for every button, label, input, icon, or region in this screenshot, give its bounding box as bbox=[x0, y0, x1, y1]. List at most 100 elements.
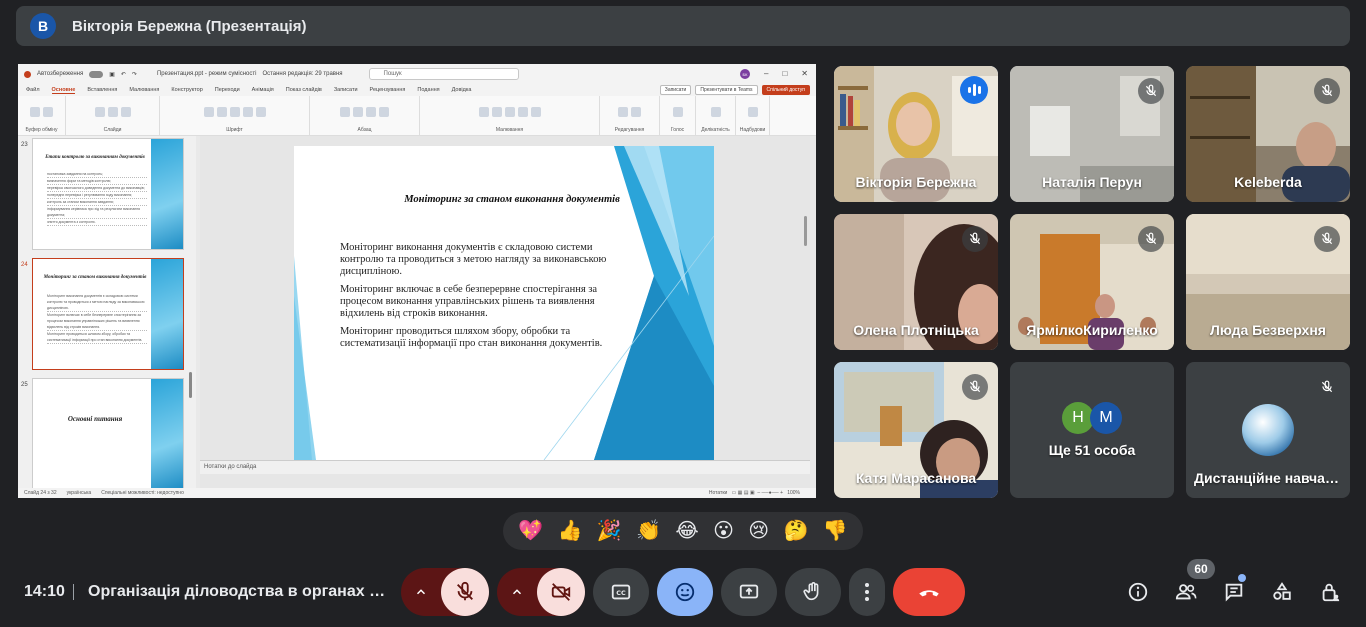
thumbs-scrollbar[interactable] bbox=[189, 372, 192, 398]
ribbon-group-voice[interactable]: Голос bbox=[660, 96, 696, 135]
user-avatar[interactable]: БК bbox=[740, 69, 750, 79]
participant-tile[interactable]: ЯрмілкоКириленко bbox=[1010, 214, 1174, 350]
reaction-laugh[interactable]: 😂 bbox=[675, 520, 698, 542]
reaction-thinking[interactable]: 🤔 bbox=[784, 520, 809, 542]
info-icon bbox=[1128, 582, 1148, 602]
current-slide[interactable]: Моніторинг за станом виконання документі… bbox=[294, 146, 714, 460]
mic-toggle-button[interactable] bbox=[441, 568, 489, 616]
slide-thumbnail-23[interactable]: Етапи контролю за виконанням документів … bbox=[32, 138, 184, 250]
present-screen-icon bbox=[739, 584, 759, 599]
participant-tile[interactable]: Катя Марасанова bbox=[834, 362, 998, 498]
people-icon bbox=[1175, 584, 1197, 600]
participant-tile[interactable]: Keleberda bbox=[1186, 66, 1350, 202]
ppt-statusbar: Слайд 24 з 32 українська Спеціальні можл… bbox=[18, 488, 816, 498]
reaction-thumbs-down[interactable]: 👎 bbox=[823, 520, 848, 542]
participant-tile[interactable]: Олена Плотніцька bbox=[834, 214, 998, 350]
maximize-icon[interactable]: □ bbox=[782, 69, 787, 79]
slide-title[interactable]: Моніторинг за станом виконання документі… bbox=[382, 194, 642, 205]
tab-slideshow[interactable]: Показ слайдів bbox=[286, 87, 322, 93]
chat-button[interactable] bbox=[1218, 576, 1250, 608]
tab-transitions[interactable]: Переходи bbox=[215, 87, 240, 93]
reaction-heart[interactable]: 💖 bbox=[518, 520, 543, 542]
activities-icon bbox=[1273, 582, 1291, 600]
people-button[interactable] bbox=[1170, 576, 1202, 608]
undo-icon[interactable]: ↶ bbox=[121, 71, 126, 78]
more-participants-tile[interactable]: Н М Ще 51 особа bbox=[1010, 362, 1174, 498]
participant-tile[interactable]: Люда Безверхня bbox=[1186, 214, 1350, 350]
close-icon[interactable]: ✕ bbox=[801, 69, 808, 79]
host-controls-button[interactable] bbox=[1314, 576, 1346, 608]
ribbon-group-paragraph[interactable]: Абзац bbox=[310, 96, 420, 135]
reaction-clap[interactable]: 👏 bbox=[636, 520, 661, 542]
language-status[interactable]: українська bbox=[67, 490, 92, 496]
present-teams-button[interactable]: Презентувати в Teams bbox=[695, 85, 758, 95]
slide-thumbnail-24[interactable]: Моніторинг за станом виконання документі… bbox=[32, 258, 184, 370]
raise-hand-button[interactable] bbox=[785, 568, 841, 616]
autosave-toggle[interactable] bbox=[89, 70, 104, 78]
reaction-party[interactable]: 🎉 bbox=[597, 520, 622, 542]
ribbon-group-slides[interactable]: Слайди bbox=[66, 96, 160, 135]
meeting-info-button[interactable] bbox=[1122, 576, 1154, 608]
reaction-sad[interactable]: 😢 bbox=[748, 520, 769, 542]
chat-icon bbox=[1225, 583, 1243, 602]
ribbon-group-drawing[interactable]: Малювання bbox=[420, 96, 600, 135]
tab-insert[interactable]: Вставлення bbox=[87, 87, 117, 93]
avatar: М bbox=[1090, 402, 1122, 434]
share-button[interactable]: Спільний доступ bbox=[761, 85, 810, 95]
tab-animations[interactable]: Анімація bbox=[252, 87, 274, 93]
thumb-number: 24 bbox=[21, 262, 28, 268]
reaction-thumbs-up[interactable]: 👍 bbox=[557, 520, 582, 542]
camera-options-chevron-icon[interactable] bbox=[497, 568, 537, 616]
tab-home[interactable]: Основне bbox=[51, 87, 76, 94]
tab-record[interactable]: Записати bbox=[334, 87, 358, 93]
shared-screen: Автозбереження ▣ ↶ ↷ Презентация.ppt - р… bbox=[18, 64, 816, 498]
thumb-number: 25 bbox=[21, 382, 28, 388]
mic-off-icon bbox=[1138, 78, 1164, 104]
camera-toggle-button[interactable] bbox=[537, 568, 585, 616]
minimize-icon[interactable]: – bbox=[764, 69, 768, 79]
tab-draw[interactable]: Малювання bbox=[129, 87, 159, 93]
activities-button[interactable] bbox=[1266, 576, 1298, 608]
tab-design[interactable]: Конструктор bbox=[171, 87, 202, 93]
slide-paragraph: Моніторинг виконання документів є складо… bbox=[340, 242, 607, 277]
ribbon-group-sensitivity[interactable]: Делікатність bbox=[696, 96, 736, 135]
ribbon-group-editing[interactable]: Редагування bbox=[600, 96, 660, 135]
leave-call-button[interactable] bbox=[893, 568, 965, 616]
redo-icon[interactable]: ↷ bbox=[132, 71, 137, 78]
tab-help[interactable]: Довідка bbox=[452, 87, 472, 93]
svg-text:CC: CC bbox=[616, 589, 626, 597]
slide-paragraph: Моніторинг проводиться шляхом збору, обр… bbox=[340, 326, 603, 349]
ribbon-group-clipboard[interactable]: Буфер обміну bbox=[18, 96, 66, 135]
notes-pane[interactable]: Нотатки до слайда bbox=[200, 460, 810, 474]
accessibility-status[interactable]: Спеціальні можливості: недоступно bbox=[101, 490, 184, 496]
record-button[interactable]: Записати bbox=[659, 85, 692, 95]
mic-off-icon bbox=[962, 226, 988, 252]
reaction-surprised[interactable]: 😮 bbox=[713, 520, 734, 542]
notes-toggle[interactable]: Нотатки bbox=[709, 490, 727, 496]
slide-scrollbar[interactable] bbox=[804, 216, 807, 246]
zoom-level[interactable]: 100% bbox=[787, 490, 800, 496]
slide-thumbnail-25[interactable]: Основні питання bbox=[32, 378, 184, 490]
emoji-reactions-button[interactable] bbox=[657, 568, 713, 616]
mic-options-chevron-icon[interactable] bbox=[401, 568, 441, 616]
mic-off-icon bbox=[457, 581, 473, 601]
present-screen-button[interactable] bbox=[721, 568, 777, 616]
participant-tile[interactable]: Наталія Перун bbox=[1010, 66, 1174, 202]
speaking-indicator-icon bbox=[960, 76, 988, 104]
slide-body[interactable]: Моніторинг виконання документів є складо… bbox=[340, 242, 630, 356]
reactions-bar: 💖 👍 🎉 👏 😂 😮 😢 🤔 👎 bbox=[503, 512, 863, 550]
tab-view[interactable]: Подання bbox=[417, 87, 439, 93]
tab-file[interactable]: Файл bbox=[26, 87, 40, 93]
ribbon-group-addins[interactable]: Надбудови bbox=[736, 96, 770, 135]
participant-tile[interactable]: Дистанційне навчання bbox=[1186, 362, 1350, 498]
save-icon[interactable]: ▣ bbox=[109, 71, 115, 78]
participant-tile[interactable]: Вікторія Бережна bbox=[834, 66, 998, 202]
edit-state[interactable]: Остання редакція: 29 травня bbox=[262, 71, 342, 77]
camera-control-group bbox=[497, 568, 585, 616]
captions-button[interactable]: CC bbox=[593, 568, 649, 616]
ppt-search-input[interactable]: Пошук bbox=[368, 68, 519, 80]
ribbon-group-font[interactable]: Шрифт bbox=[160, 96, 310, 135]
tab-review[interactable]: Рецензування bbox=[370, 87, 406, 93]
autosave-label: Автозбереження bbox=[37, 71, 84, 77]
more-options-button[interactable] bbox=[849, 568, 885, 616]
